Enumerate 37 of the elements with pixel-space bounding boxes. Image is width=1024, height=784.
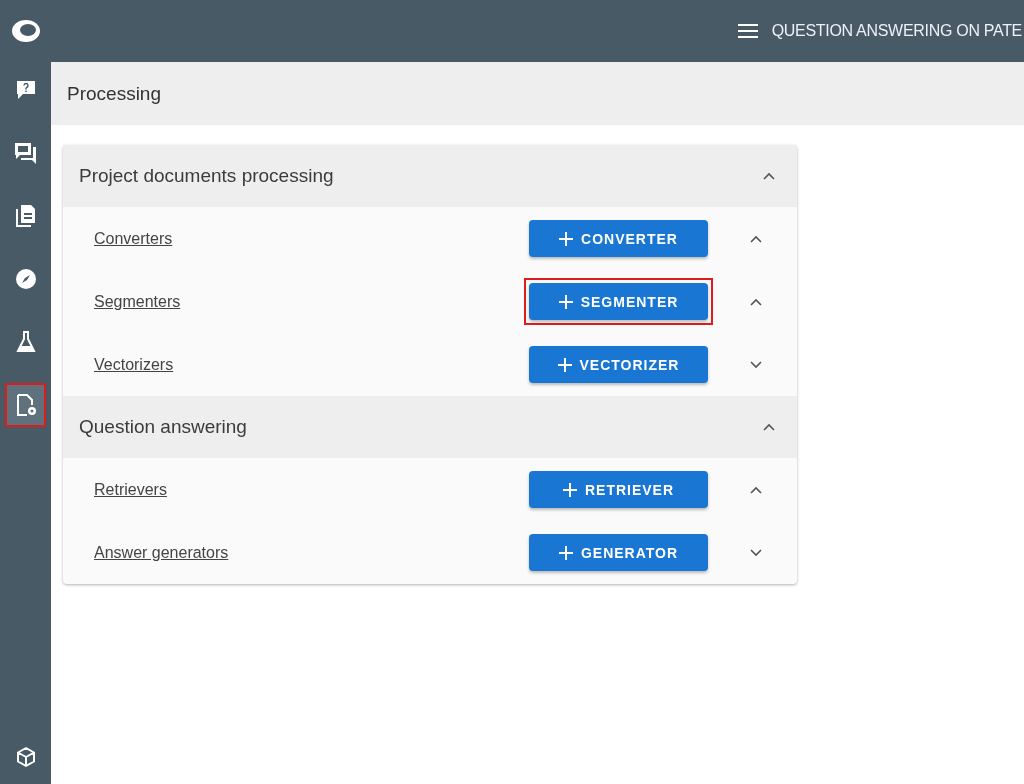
question-bubble-icon	[14, 79, 37, 101]
plus-icon	[558, 545, 573, 560]
section-header[interactable]: Question answering	[63, 396, 797, 458]
add-button[interactable]: RETRIEVER	[529, 471, 708, 508]
add-button[interactable]: SEGMENTER	[529, 283, 708, 320]
section-link[interactable]: Answer generators	[94, 543, 524, 562]
app-title: QUESTION ANSWERING ON PATE	[771, 22, 1022, 40]
chevron-up-icon[interactable]	[750, 234, 762, 243]
section-link[interactable]: Segmenters	[94, 292, 524, 311]
section-title: Project documents processing	[79, 165, 334, 187]
add-button[interactable]: VECTORIZER	[529, 346, 708, 383]
section-link[interactable]: Retrievers	[94, 480, 524, 499]
chevron-down-icon[interactable]	[750, 548, 762, 557]
chevron-up-icon[interactable]	[750, 297, 762, 306]
chevron-up-icon[interactable]	[763, 423, 775, 431]
section-header[interactable]: Project documents processing	[63, 145, 797, 207]
plus-icon	[558, 294, 573, 309]
compass-icon	[14, 268, 37, 290]
chevron-up-icon[interactable]	[750, 485, 762, 494]
section-title: Question answering	[79, 416, 247, 438]
section-link[interactable]: Converters	[94, 229, 524, 248]
sidebar-item[interactable]	[5, 383, 46, 427]
menu-icon[interactable]	[737, 24, 758, 38]
add-button[interactable]: GENERATOR	[529, 534, 708, 571]
page-title: Processing	[67, 82, 161, 105]
logo-icon[interactable]	[9, 17, 42, 45]
chevron-up-icon[interactable]	[763, 172, 775, 180]
section-link[interactable]: Vectorizers	[94, 355, 524, 374]
plus-icon	[559, 231, 574, 246]
plus-icon	[562, 482, 577, 497]
documents-icon	[14, 204, 37, 228]
add-button[interactable]: CONVERTER	[529, 220, 708, 257]
chevron-down-icon[interactable]	[750, 360, 762, 369]
chat-bubbles-icon	[13, 142, 38, 164]
plus-icon	[557, 357, 572, 372]
flask-icon	[14, 330, 37, 354]
cube-icon[interactable]	[14, 746, 37, 768]
